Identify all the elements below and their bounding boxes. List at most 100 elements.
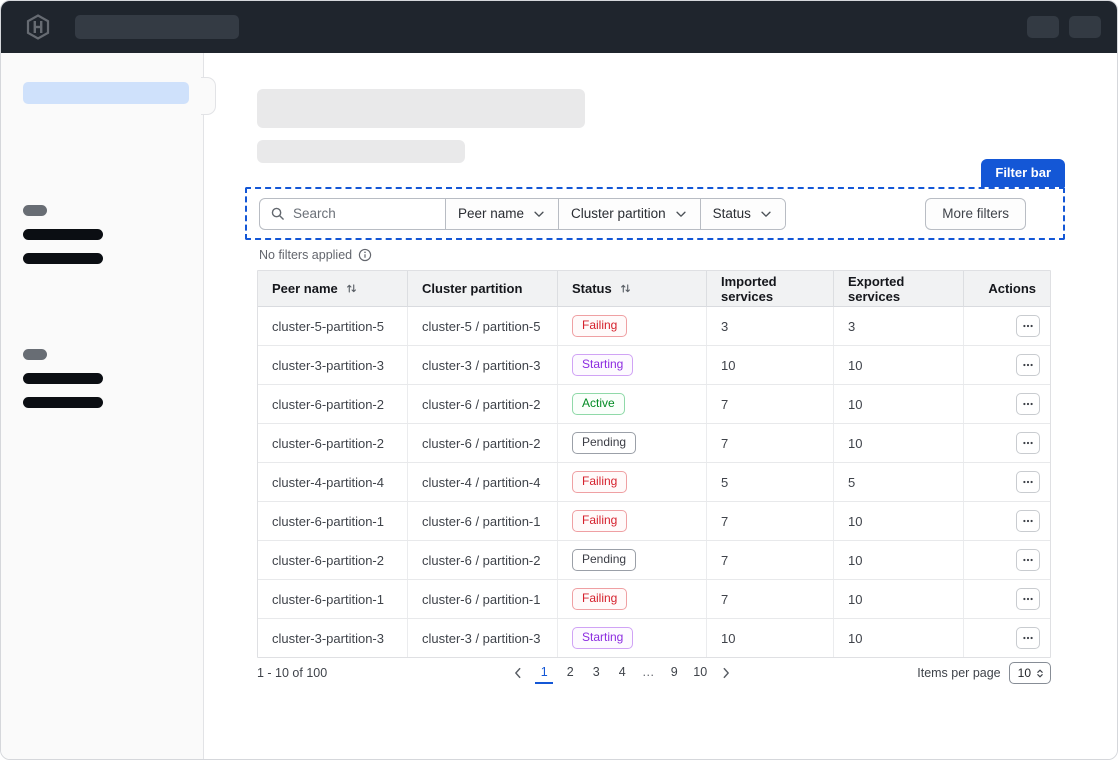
ellipsis-icon <box>1022 554 1034 566</box>
status-badge: Pending <box>572 432 636 454</box>
page-number-4[interactable]: 4 <box>613 662 631 684</box>
chevron-left-icon <box>511 666 525 680</box>
row-actions-button[interactable] <box>1016 393 1040 415</box>
ellipsis-icon <box>1022 320 1034 332</box>
filter-dropdown-label: Peer name <box>458 206 524 221</box>
cell-peer-name: cluster-6-partition-1 <box>258 502 408 540</box>
sidebar-active-item-skeleton[interactable] <box>23 82 189 104</box>
cell-status: Pending <box>558 541 707 579</box>
cell-status: Pending <box>558 424 707 462</box>
sidebar-section-label-skeleton <box>23 205 47 216</box>
column-header-actions: Actions <box>964 271 1050 307</box>
page-number-1[interactable]: 1 <box>535 662 553 684</box>
ellipsis-icon <box>1022 632 1034 644</box>
page-title-skeleton <box>257 89 585 128</box>
search-field[interactable] <box>260 199 445 229</box>
sidebar-item-skeleton[interactable] <box>23 373 103 384</box>
status-badge: Pending <box>572 549 636 571</box>
row-actions-button[interactable] <box>1016 315 1040 337</box>
ellipsis-icon <box>1022 359 1034 371</box>
main-content: Filter bar Peer name <box>204 53 1117 760</box>
pagination-range-text: 1 - 10 of 100 <box>257 666 327 680</box>
info-icon[interactable] <box>358 248 372 262</box>
filter-dropdown-label: Status <box>713 206 751 221</box>
row-actions-button[interactable] <box>1016 432 1040 454</box>
next-page-button[interactable] <box>715 664 737 682</box>
chevron-down-icon <box>532 207 546 221</box>
table-row: cluster-6-partition-2 cluster-6 / partit… <box>258 385 1050 424</box>
cell-status: Failing <box>558 307 707 345</box>
sidebar-item-skeleton[interactable] <box>23 253 103 264</box>
cell-actions <box>964 424 1050 462</box>
sort-icon <box>345 282 358 295</box>
filter-dropdown-status[interactable]: Status <box>700 199 785 229</box>
status-badge: Active <box>572 393 625 415</box>
cell-cluster-partition: cluster-5 / partition-5 <box>408 307 558 345</box>
column-header-label: Peer name <box>272 281 338 296</box>
status-badge: Failing <box>572 588 627 610</box>
ellipsis-icon <box>1022 437 1034 449</box>
cell-cluster-partition: cluster-6 / partition-2 <box>408 541 558 579</box>
row-actions-button[interactable] <box>1016 354 1040 376</box>
topbar-search-placeholder[interactable] <box>75 15 239 39</box>
page-number-list: 1234 … 9 10 <box>535 662 709 684</box>
cell-exported-services: 3 <box>834 307 964 345</box>
ellipsis-icon <box>1022 515 1034 527</box>
previous-page-button[interactable] <box>507 664 529 682</box>
items-per-page-select[interactable]: 10 <box>1009 662 1051 684</box>
cell-exported-services: 10 <box>834 541 964 579</box>
cell-imported-services: 7 <box>707 502 834 540</box>
column-header-imported-services: Imported services <box>707 271 834 307</box>
more-filters-button[interactable]: More filters <box>925 198 1026 230</box>
row-actions-button[interactable] <box>1016 549 1040 571</box>
column-header-label: Actions <box>988 281 1036 296</box>
row-actions-button[interactable] <box>1016 471 1040 493</box>
filters-status-text: No filters applied <box>259 248 352 262</box>
cell-cluster-partition: cluster-4 / partition-4 <box>408 463 558 501</box>
page-number-2[interactable]: 2 <box>561 662 579 684</box>
page-number-10[interactable]: 10 <box>691 662 709 684</box>
cell-peer-name: cluster-5-partition-5 <box>258 307 408 345</box>
cell-actions <box>964 541 1050 579</box>
table-row: cluster-4-partition-4 cluster-4 / partit… <box>258 463 1050 502</box>
search-input[interactable] <box>293 206 437 221</box>
column-header-exported-services: Exported services <box>834 271 964 307</box>
row-actions-button[interactable] <box>1016 510 1040 532</box>
table-row: cluster-6-partition-1 cluster-6 / partit… <box>258 580 1050 619</box>
filter-dropdown-cluster-partition[interactable]: Cluster partition <box>558 199 700 229</box>
cell-status: Starting <box>558 346 707 384</box>
status-badge: Starting <box>572 627 633 649</box>
sidebar-item-skeleton[interactable] <box>23 397 103 408</box>
search-icon <box>270 206 285 221</box>
row-actions-button[interactable] <box>1016 588 1040 610</box>
cell-actions <box>964 307 1050 345</box>
top-nav-bar <box>1 1 1117 53</box>
topbar-action-placeholder[interactable] <box>1069 16 1101 38</box>
cell-peer-name: cluster-6-partition-2 <box>258 424 408 462</box>
cell-cluster-partition: cluster-6 / partition-2 <box>408 424 558 462</box>
sidebar-collapse-handle[interactable] <box>201 77 216 115</box>
cell-actions <box>964 385 1050 423</box>
column-header-peer-name[interactable]: Peer name <box>258 271 408 307</box>
status-badge: Failing <box>572 315 627 337</box>
page-number-9[interactable]: 9 <box>665 662 683 684</box>
table-header-row: Peer name Cluster partition Status Impor… <box>258 271 1050 307</box>
cell-cluster-partition: cluster-3 / partition-3 <box>408 346 558 384</box>
pager: 1234 … 9 10 <box>327 662 917 684</box>
filters-status-line: No filters applied <box>259 248 372 262</box>
topbar-action-placeholder[interactable] <box>1027 16 1059 38</box>
row-actions-button[interactable] <box>1016 627 1040 649</box>
filter-dropdown-peer-name[interactable]: Peer name <box>445 199 558 229</box>
column-header-status[interactable]: Status <box>558 271 707 307</box>
chevron-down-icon <box>759 207 773 221</box>
chevron-right-icon <box>719 666 733 680</box>
sidebar-item-skeleton[interactable] <box>23 229 103 240</box>
page-ellipsis: … <box>639 662 657 684</box>
cell-imported-services: 7 <box>707 385 834 423</box>
filter-controls-group: Peer name Cluster partition Status <box>259 198 786 230</box>
chevron-down-icon <box>674 207 688 221</box>
cell-actions <box>964 580 1050 618</box>
column-header-label: Cluster partition <box>422 281 522 296</box>
page-number-3[interactable]: 3 <box>587 662 605 684</box>
app-window: Filter bar Peer name <box>0 0 1118 760</box>
